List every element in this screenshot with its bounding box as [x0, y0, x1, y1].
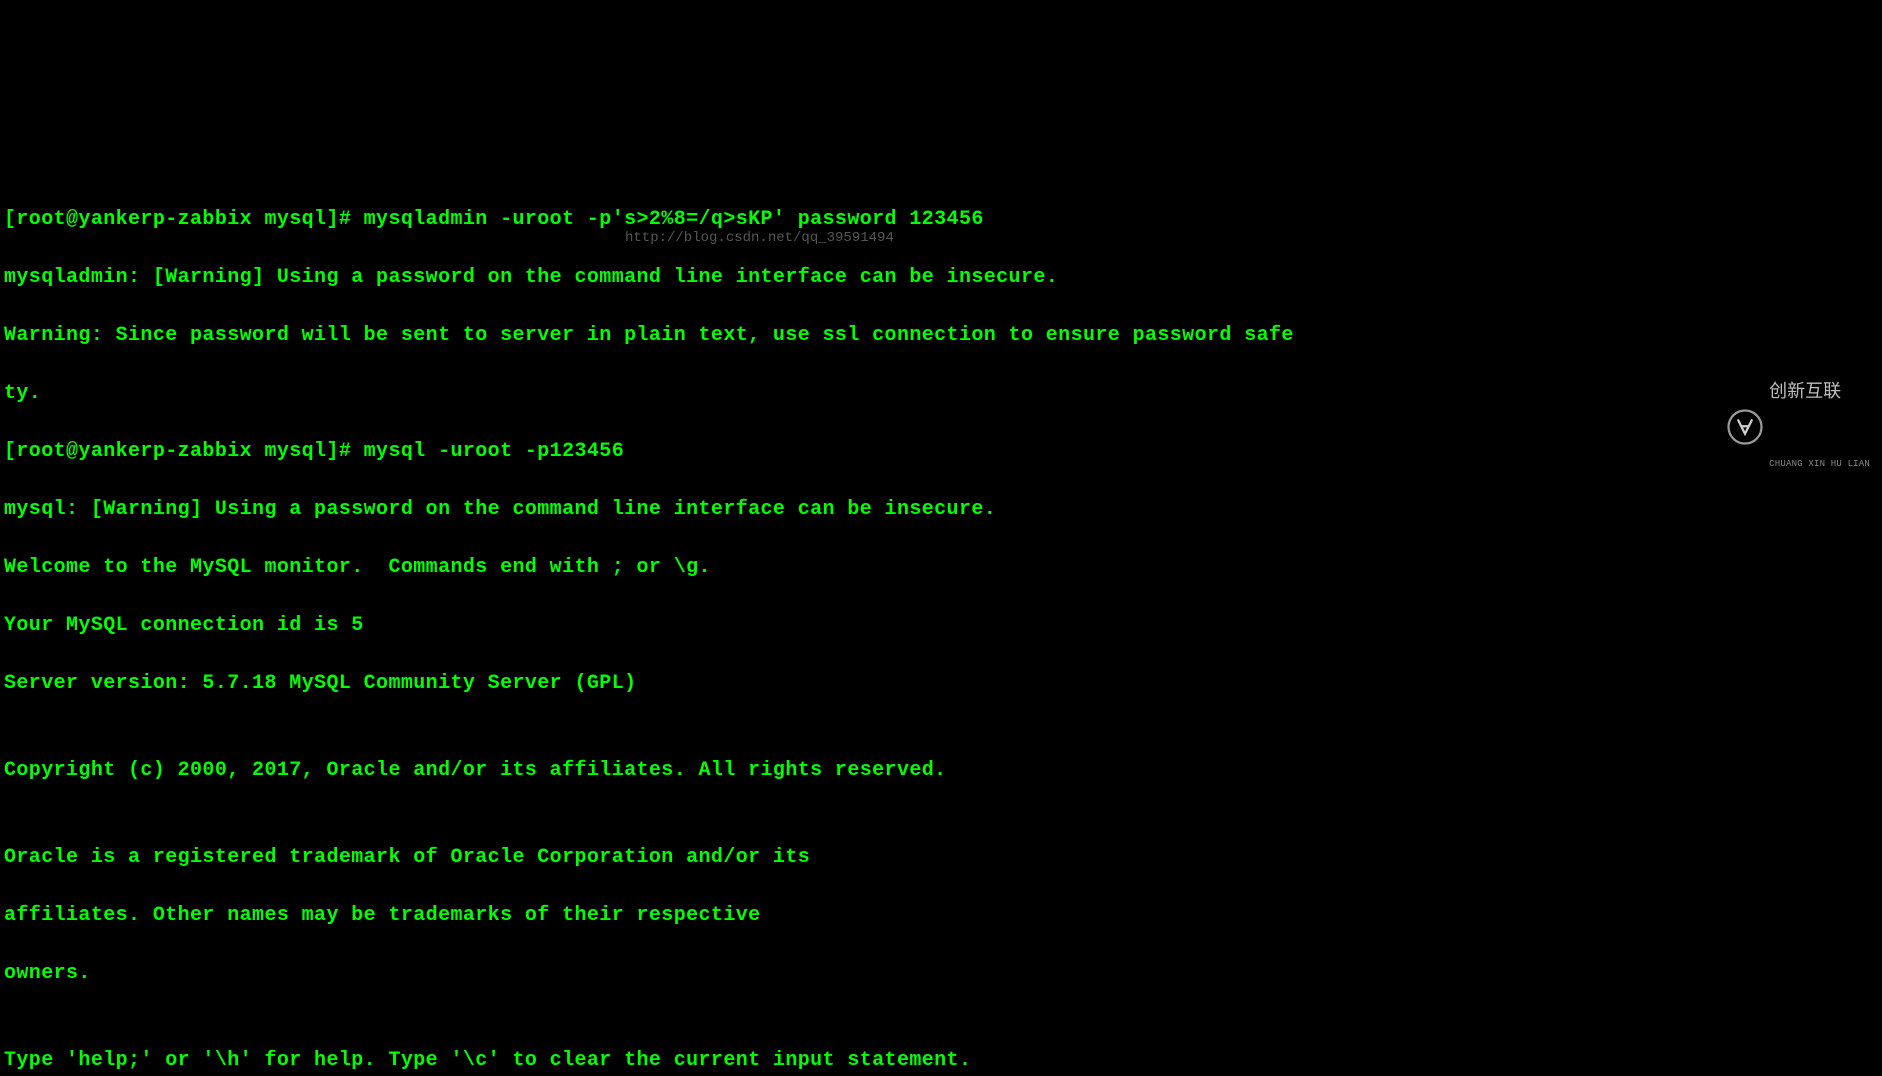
- terminal-line: [root@yankerp-zabbix mysql]# mysql -uroo…: [4, 437, 1878, 466]
- terminal-line: owners.: [4, 959, 1878, 988]
- brand-logo-icon: [1727, 409, 1763, 445]
- brand-name-en: CHUANG XIN HU LIAN: [1769, 460, 1870, 470]
- terminal-line: Type 'help;' or '\h' for help. Type '\c'…: [4, 1046, 1878, 1075]
- terminal-line: [root@yankerp-zabbix mysql]# mysqladmin …: [4, 205, 1878, 234]
- brand-text-block: 创新互联 CHUANG XIN HU LIAN: [1769, 326, 1870, 528]
- terminal-output[interactable]: [root@yankerp-zabbix mysql]# mysqladmin …: [4, 176, 1878, 1076]
- terminal-line: Warning: Since password will be sent to …: [4, 321, 1878, 350]
- terminal-line: mysqladmin: [Warning] Using a password o…: [4, 263, 1878, 292]
- terminal-line: Oracle is a registered trademark of Orac…: [4, 843, 1878, 872]
- brand-logo: 创新互联 CHUANG XIN HU LIAN: [1727, 326, 1870, 528]
- terminal-line: mysql: [Warning] Using a password on the…: [4, 495, 1878, 524]
- terminal-line: Copyright (c) 2000, 2017, Oracle and/or …: [4, 756, 1878, 785]
- terminal-line: ty.: [4, 379, 1878, 408]
- terminal-line: affiliates. Other names may be trademark…: [4, 901, 1878, 930]
- terminal-line: Server version: 5.7.18 MySQL Community S…: [4, 669, 1878, 698]
- brand-name-cn: 创新互联: [1769, 384, 1870, 402]
- terminal-line: Welcome to the MySQL monitor. Commands e…: [4, 553, 1878, 582]
- terminal-line: Your MySQL connection id is 5: [4, 611, 1878, 640]
